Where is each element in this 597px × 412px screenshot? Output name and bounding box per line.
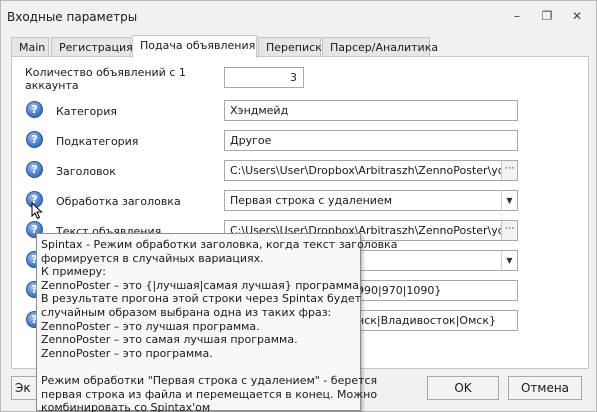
title-label: Заголовок: [56, 165, 116, 178]
count-label: Количество объявлений с 1 аккаунта: [25, 66, 186, 92]
help-tooltip: Spintax - Режим обработки заголовка, ког…: [36, 233, 398, 412]
title-processing-label: Обработка заголовка: [56, 195, 181, 208]
tooltip-line: ZennoPoster – это самая лучшая программа…: [41, 333, 298, 347]
cancel-button[interactable]: Отмена: [508, 376, 582, 400]
tab-registration[interactable]: Регистрация: [51, 37, 133, 57]
title-processing-select[interactable]: Первая строка с удалением ▼: [224, 190, 518, 211]
title-processing-value: Первая строка с удалением: [230, 194, 393, 207]
question-circle-icon[interactable]: ?: [26, 101, 43, 118]
question-circle-icon[interactable]: ?: [26, 161, 43, 178]
tooltip-line: [41, 360, 356, 374]
category-input[interactable]: Хэндмейд: [224, 100, 518, 121]
subcategory-label: Подкатегория: [56, 135, 139, 148]
title-path-input[interactable]: C:\Users\User\Dropbox\Arbitraszh\ZennoPo…: [224, 160, 518, 181]
tab-main[interactable]: Main: [11, 37, 49, 57]
tooltip-line: Режим обработки "Первая строка с удалени…: [41, 373, 378, 387]
chevron-down-icon[interactable]: ▼: [501, 251, 517, 270]
ok-button[interactable]: OK: [427, 376, 499, 400]
chevron-down-icon[interactable]: ▼: [501, 191, 517, 210]
close-icon[interactable]: ✕: [569, 9, 585, 23]
tab-parser-analytics[interactable]: Парсер/Аналитика: [322, 37, 438, 57]
tooltip-line: комбинировать со Spintax'ом: [41, 401, 211, 412]
tab-correspondence[interactable]: Переписка: [258, 37, 329, 57]
tooltip-line: ZennoPoster – это лучшая программа.: [41, 319, 260, 333]
tooltip-line: первая строка из файла и перемещается в …: [41, 387, 378, 401]
tooltip-line: ZennoPoster – это {|лучшая|самая лучшая}…: [41, 278, 363, 292]
ellipsis-icon[interactable]: ⋯: [501, 161, 517, 180]
tab-strip: Main Регистрация Подача объявления Переп…: [11, 35, 591, 58]
tooltip-line: К примеру:: [41, 265, 106, 279]
title-bar[interactable]: Входные параметры – ❐ ✕: [1, 1, 596, 31]
ellipsis-icon[interactable]: ⋯: [501, 221, 517, 240]
tooltip-line: формируется в случайных вариациях.: [41, 251, 264, 265]
tooltip-line: В результате прогона этой строки через S…: [41, 292, 362, 306]
category-label: Категория: [56, 105, 117, 118]
tab-ad-posting[interactable]: Подача объявления: [132, 35, 257, 58]
price-value: 990|970|1090}: [357, 284, 442, 297]
count-input[interactable]: 3: [224, 67, 304, 88]
tooltip-line: Spintax - Режим обработки заголовка, ког…: [41, 238, 398, 251]
cities-value: нск|Владивосток|Омск}: [357, 314, 497, 327]
tooltip-line: ZennoPoster – это программа.: [41, 346, 213, 360]
minimize-icon[interactable]: –: [509, 9, 525, 23]
restore-icon[interactable]: ❐: [539, 9, 555, 23]
question-circle-icon[interactable]: ?: [26, 131, 43, 148]
subcategory-input[interactable]: Другое: [224, 130, 518, 151]
title-path-value: C:\Users\User\Dropbox\Arbitraszh\ZennoPo…: [230, 164, 518, 177]
window-title: Входные параметры: [7, 10, 138, 24]
tooltip-line: случайным образом выбрана одна из таких …: [41, 305, 332, 319]
mouse-cursor-icon: [31, 202, 43, 220]
